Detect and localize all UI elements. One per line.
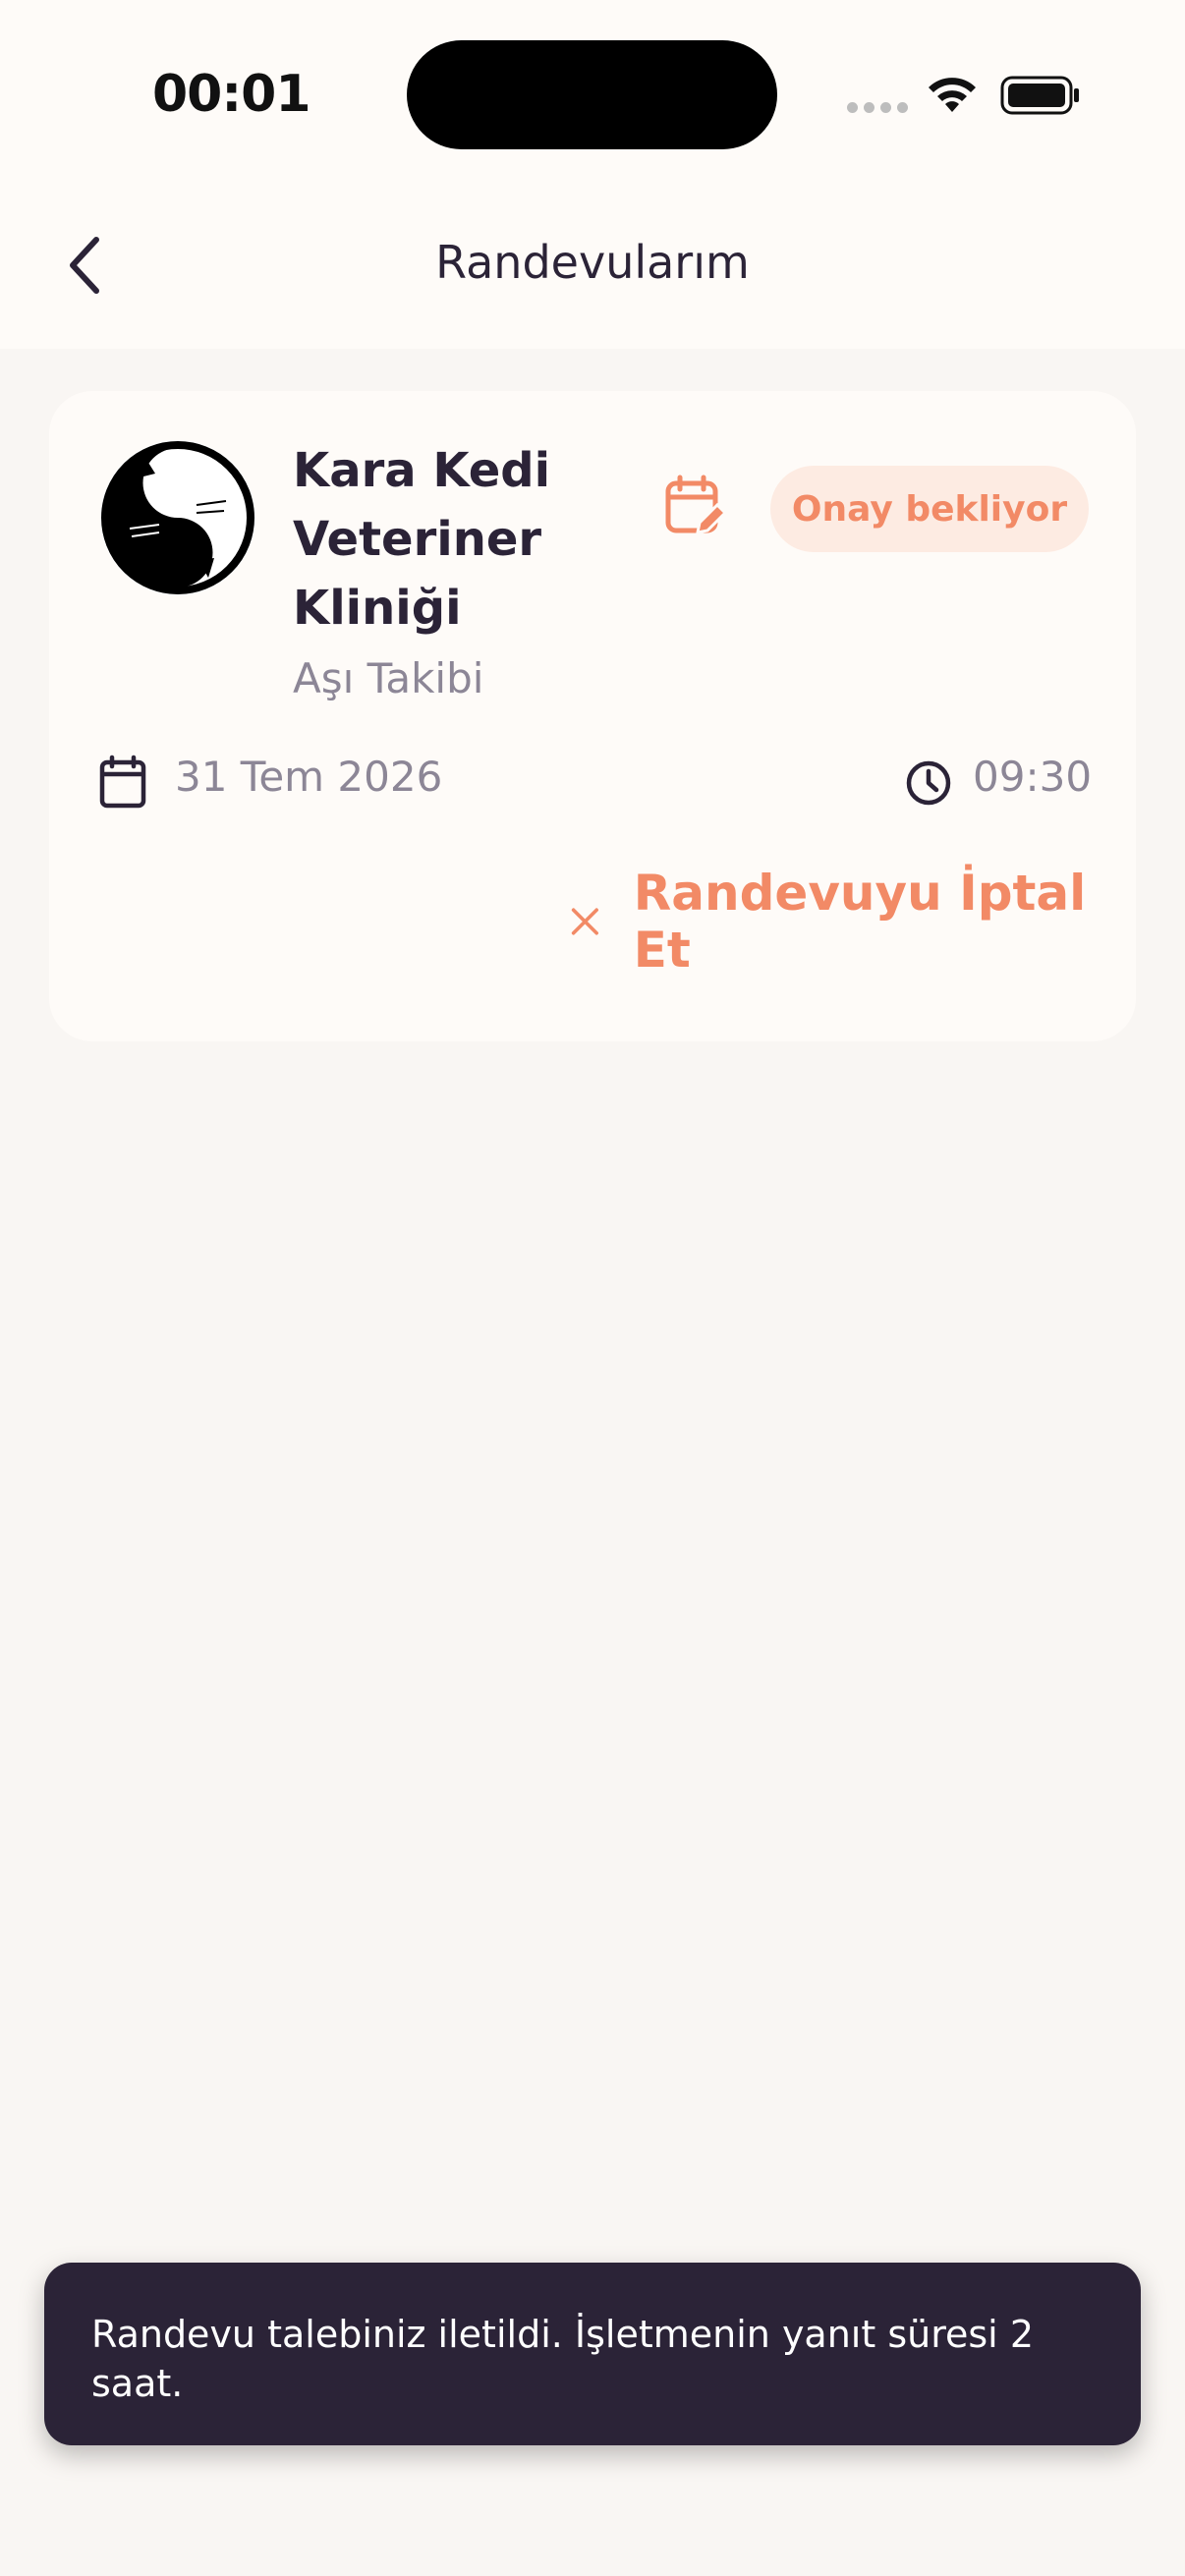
appointment-date: 31 Tem 2026 [175,753,443,801]
top-bar: 00:01 Randevularım [0,0,1185,349]
battery-icon [1000,76,1079,115]
wifi-icon [929,78,976,112]
cancel-label: Randevuyu İptal Et [633,865,1087,979]
calendar-icon [99,755,146,809]
status-time: 00:01 [152,65,311,124]
clock-icon [906,760,951,806]
dynamic-island [407,40,777,149]
calendar-edit-icon[interactable] [664,474,727,538]
clinic-name: Kara Kedi Veteriner Kliniği [293,443,551,636]
snackbar: Randevu talebiniz iletildi. İşletmenin y… [44,2263,1141,2445]
page-title: Randevularım [435,236,750,289]
yin-yang-cats-logo [100,440,255,595]
appointment-time: 09:30 [973,753,1093,801]
cellular-signal-icon [847,102,908,113]
service-name: Aşı Takibi [293,654,484,702]
appointment-card: Kara Kedi Veteriner Kliniği Aşı Takibi O… [49,391,1136,1041]
status-badge: Onay bekliyor [770,466,1089,552]
cancel-appointment-button[interactable]: Randevuyu İptal Et [511,865,1110,979]
close-icon [571,908,598,935]
snackbar-message: Randevu talebiniz iletildi. İşletmenin y… [91,2313,1034,2405]
